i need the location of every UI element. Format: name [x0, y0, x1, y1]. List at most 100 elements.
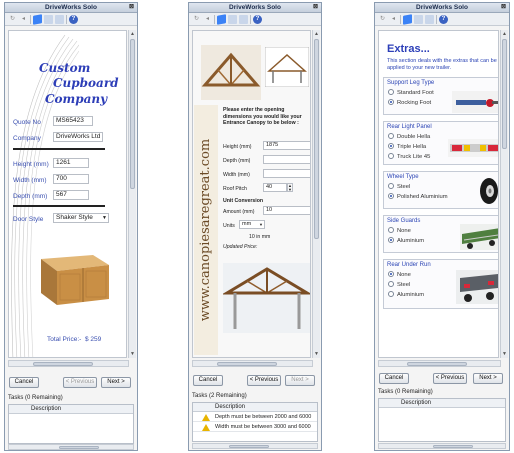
option-label: Triple Hella	[397, 144, 427, 150]
vertical-scrollbar[interactable]: ▲ ▼	[500, 30, 508, 358]
height-field[interactable]: 1261	[53, 158, 89, 168]
previous-button[interactable]: < Previous	[63, 377, 97, 388]
model-cube-icon[interactable]	[403, 13, 412, 25]
horizontal-scrollbar[interactable]	[378, 443, 506, 449]
task-row[interactable]: Depth must be between 2000 and 6000	[193, 412, 317, 422]
cancel-button[interactable]: Cancel	[379, 373, 409, 384]
radio-button[interactable]	[388, 99, 394, 106]
description-column-header[interactable]: Description	[193, 403, 317, 412]
back-icon[interactable]: ◂	[203, 15, 212, 24]
back-icon[interactable]: ◂	[19, 15, 28, 24]
height-label: Height (mm)	[13, 161, 49, 168]
roof-pitch-spinner[interactable]: ▲ ▼	[287, 183, 293, 192]
task-row[interactable]: Width must be between 3000 and 6000	[193, 422, 317, 432]
units-select[interactable]: mm ▼	[239, 220, 265, 229]
help-icon[interactable]: ?	[69, 14, 78, 24]
help-icon[interactable]: ?	[253, 14, 262, 24]
driveworks-window-cupboard: DriveWorks Solo ⊠ ↻ ◂ ? Custom Cupboard C…	[4, 2, 138, 451]
radio-button[interactable]	[388, 291, 394, 298]
amount-label: Amount (mm)	[223, 209, 255, 215]
radio-button[interactable]	[388, 133, 394, 140]
option-label: None	[397, 228, 411, 234]
height-field[interactable]: 1875	[263, 141, 310, 150]
previous-button[interactable]: < Previous	[247, 375, 281, 386]
description-column-header[interactable]: Description	[9, 405, 133, 414]
cancel-button[interactable]: Cancel	[9, 377, 39, 388]
quote-field[interactable]: MS65423	[53, 116, 93, 126]
extras-title: Extras...	[387, 43, 430, 55]
scroll-down-icon[interactable]: ▼	[129, 350, 136, 358]
company-field[interactable]: DriveWorks Ltd	[53, 132, 103, 142]
door-style-label: Door Style	[13, 216, 44, 223]
vertical-scrollbar[interactable]: ▲ ▼	[312, 30, 320, 358]
width-field[interactable]: 700	[53, 174, 89, 184]
radio-button[interactable]	[388, 227, 394, 234]
scroll-up-icon[interactable]: ▲	[129, 30, 136, 38]
toolbar-separator	[250, 14, 251, 24]
next-button[interactable]: Next >	[285, 375, 315, 386]
radio-button[interactable]	[388, 153, 394, 160]
refresh-icon[interactable]: ↻	[378, 15, 387, 24]
document-icon[interactable]	[55, 14, 64, 24]
model-cube-icon[interactable]	[217, 13, 226, 25]
model-cube-icon[interactable]	[33, 13, 42, 25]
radio-button[interactable]	[388, 183, 394, 190]
drawing-icon[interactable]	[228, 14, 237, 24]
vertical-scrollbar[interactable]: ▲ ▼	[128, 30, 136, 358]
next-button[interactable]: Next >	[473, 373, 503, 384]
depth-field[interactable]: 567	[53, 190, 89, 200]
radio-button[interactable]	[388, 271, 394, 278]
description-column-header[interactable]: Description	[379, 399, 505, 408]
drawing-icon[interactable]	[414, 14, 423, 24]
company-logo-line3: Company	[45, 92, 108, 106]
scroll-thumb[interactable]	[502, 39, 507, 149]
horizontal-scrollbar[interactable]	[8, 360, 129, 367]
rocking-foot-image	[452, 91, 498, 113]
units-result: 10 in mm	[249, 234, 271, 240]
refresh-icon[interactable]: ↻	[8, 15, 17, 24]
scroll-thumb[interactable]	[407, 362, 467, 366]
scroll-thumb[interactable]	[33, 362, 93, 366]
horizontal-scrollbar[interactable]	[378, 360, 501, 367]
scroll-thumb[interactable]	[130, 39, 135, 189]
scroll-down-icon[interactable]: ▼	[501, 350, 508, 358]
navigation-buttons: Cancel < Previous Next >	[379, 373, 505, 384]
drawing-icon[interactable]	[44, 14, 53, 24]
radio-button[interactable]	[388, 143, 394, 150]
depth-label: Depth (mm)	[223, 158, 251, 164]
roof-pitch-field[interactable]: 40	[263, 183, 287, 192]
horizontal-scrollbar[interactable]	[192, 360, 313, 367]
back-icon[interactable]: ◂	[389, 15, 398, 24]
depth-field[interactable]	[263, 155, 310, 164]
radio-button[interactable]	[388, 89, 394, 96]
scroll-up-icon[interactable]: ▲	[313, 30, 320, 38]
radio-button[interactable]	[388, 193, 394, 200]
pin-icon[interactable]: ⊠	[312, 4, 319, 11]
refresh-icon[interactable]: ↻	[192, 15, 201, 24]
width-field[interactable]	[263, 169, 310, 178]
scroll-thumb[interactable]	[217, 362, 277, 366]
radio-button[interactable]	[388, 237, 394, 244]
scroll-thumb[interactable]	[433, 445, 473, 448]
toolbar-separator	[30, 14, 31, 24]
amount-field[interactable]: 10	[263, 206, 310, 215]
scroll-up-icon[interactable]: ▲	[501, 30, 508, 38]
pin-icon[interactable]: ⊠	[128, 4, 135, 11]
document-icon[interactable]	[425, 14, 434, 24]
cancel-button[interactable]: Cancel	[193, 375, 223, 386]
door-style-select[interactable]: Shaker Style ▼	[53, 213, 109, 223]
window-titlebar: DriveWorks Solo ⊠	[5, 3, 137, 13]
document-icon[interactable]	[239, 14, 248, 24]
scroll-thumb[interactable]	[59, 446, 99, 449]
width-label: Width (mm)	[223, 172, 250, 178]
previous-button[interactable]: < Previous	[433, 373, 467, 384]
scroll-down-icon[interactable]: ▼	[313, 350, 320, 358]
horizontal-scrollbar[interactable]	[192, 443, 318, 449]
horizontal-scrollbar[interactable]	[8, 444, 134, 450]
scroll-thumb[interactable]	[314, 39, 319, 239]
pin-icon[interactable]: ⊠	[500, 4, 507, 11]
help-icon[interactable]: ?	[439, 14, 448, 24]
radio-button[interactable]	[388, 281, 394, 288]
next-button[interactable]: Next >	[101, 377, 131, 388]
scroll-thumb[interactable]	[229, 445, 269, 448]
